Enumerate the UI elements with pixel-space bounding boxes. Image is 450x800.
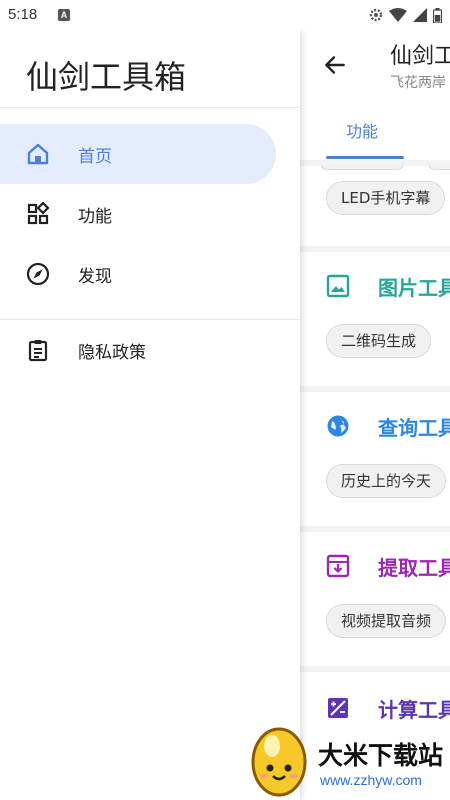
section-image-tools: 图片工具 二维码生成: [300, 252, 450, 386]
chip-partial: [428, 166, 450, 170]
app-subtitle: 飞花两岸: [390, 75, 446, 91]
mascot-logo: [251, 727, 307, 797]
card-top: LED手机字幕: [300, 166, 450, 246]
divider: [0, 107, 300, 108]
image-icon: [326, 274, 350, 298]
watermark-url: www.zzhyw.com: [320, 772, 422, 788]
chip-partial: [320, 166, 404, 170]
section-title: 查询工具: [378, 416, 450, 440]
drawer-item-discover[interactable]: 发现: [0, 244, 276, 304]
drawer-item-label: 发现: [78, 267, 112, 287]
drawer-item-label: 首页: [78, 147, 112, 167]
clipboard-icon: [28, 340, 48, 362]
status-icons: [369, 7, 442, 23]
screen: 5:18 A 仙剑工 飞花两岸 功能 LED手机字幕 图片工具 二维码生成 查询…: [0, 0, 450, 800]
drawer-item-privacy[interactable]: 隐私政策: [0, 320, 276, 380]
section-query-tools: 查询工具 历史上的今天: [300, 392, 450, 526]
drawer-item-functions[interactable]: 功能: [0, 184, 276, 244]
section-extract-tools: 提取工具 视频提取音频: [300, 532, 450, 666]
grid-icon: [27, 202, 50, 225]
section-title: 图片工具: [378, 276, 450, 300]
notification-a-icon: A: [58, 9, 70, 21]
main-app: 仙剑工 飞花两岸 功能 LED手机字幕 图片工具 二维码生成 查询工具 历史上的…: [300, 30, 450, 800]
signal-icon: [413, 8, 427, 22]
navigation-drawer: 仙剑工具箱 首页 功能 发现 隐私政策: [0, 30, 300, 800]
app-title: 仙剑工: [390, 44, 450, 69]
chip-history-today[interactable]: 历史上的今天: [326, 464, 447, 498]
chip-qrcode[interactable]: 二维码生成: [326, 324, 432, 358]
status-bar: 5:18 A: [0, 0, 450, 30]
compass-icon: [26, 262, 50, 286]
home-icon: [27, 143, 49, 165]
wifi-icon: [389, 8, 407, 22]
chip-video-audio[interactable]: 视频提取音频: [326, 604, 447, 638]
section-title: 提取工具: [378, 556, 450, 580]
back-arrow-icon[interactable]: [322, 52, 348, 78]
tab-functions[interactable]: 功能: [320, 118, 404, 142]
globe-icon: [327, 415, 349, 437]
status-time: 5:18: [8, 6, 38, 23]
watermark-text: 大米下载站: [318, 741, 444, 770]
watermark: 大米下载站 www.zzhyw.com: [240, 716, 450, 800]
battery-icon: [433, 7, 442, 23]
gear-icon: [369, 8, 383, 22]
tab-indicator: [326, 156, 404, 159]
chip-led-subtitle[interactable]: LED手机字幕: [326, 181, 446, 215]
drawer-item-home[interactable]: 首页: [0, 124, 276, 184]
drawer-item-label: 隐私政策: [78, 343, 146, 363]
drawer-title: 仙剑工具箱: [26, 58, 187, 96]
app-bar: 仙剑工 飞花两岸 功能: [300, 30, 450, 160]
archive-icon: [326, 554, 350, 578]
drawer-item-label: 功能: [78, 207, 112, 227]
